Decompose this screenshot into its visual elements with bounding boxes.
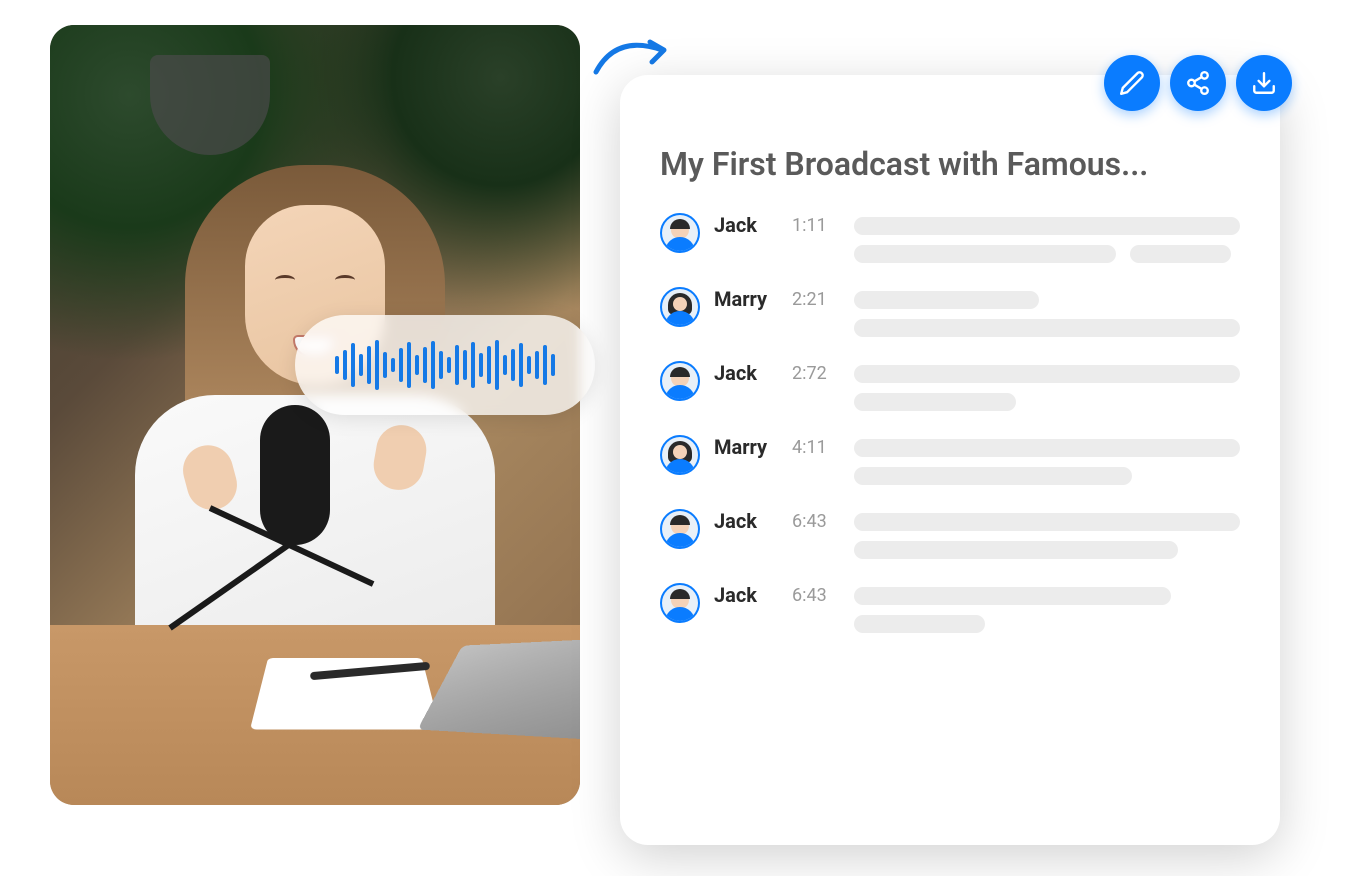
transcript-entry: Marry 4:11 [660,435,1240,485]
avatar [660,213,700,253]
timestamp: 2:21 [792,289,840,310]
avatar [660,509,700,549]
timestamp: 6:43 [792,511,840,532]
transcript-text-placeholder [854,291,1240,337]
download-icon [1251,70,1277,96]
speaker-name: Marry [714,435,778,459]
transcript-text-placeholder [854,439,1240,485]
action-buttons [1104,55,1292,111]
download-button[interactable] [1236,55,1292,111]
timestamp: 1:11 [792,215,840,236]
timestamp: 6:43 [792,585,840,606]
audio-waveform [295,315,595,415]
transcript-entry: Jack 6:43 [660,509,1240,559]
speaker-name: Marry [714,287,778,311]
transcript-entry: Jack 1:11 [660,213,1240,263]
transcript-text-placeholder [854,587,1240,633]
speaker-name: Jack [714,213,778,237]
avatar [660,583,700,623]
transcript-text-placeholder [854,217,1240,263]
transcript-entry: Jack 2:72 [660,361,1240,411]
transcript-entries: Jack 1:11 Marry 2:21 Jack 2:72 [660,213,1240,633]
share-icon [1185,70,1211,96]
transcript-title: My First Broadcast with Famous... [660,145,1240,183]
avatar [660,361,700,401]
speaker-name: Jack [714,583,778,607]
transcript-entry: Marry 2:21 [660,287,1240,337]
transcript-entry: Jack 6:43 [660,583,1240,633]
share-button[interactable] [1170,55,1226,111]
podcast-photo [50,25,580,805]
speaker-name: Jack [714,509,778,533]
transcript-text-placeholder [854,513,1240,559]
transcript-text-placeholder [854,365,1240,411]
edit-button[interactable] [1104,55,1160,111]
transcript-card: My First Broadcast with Famous... Jack 1… [620,75,1280,845]
avatar [660,287,700,327]
timestamp: 2:72 [792,363,840,384]
timestamp: 4:11 [792,437,840,458]
avatar [660,435,700,475]
speaker-name: Jack [714,361,778,385]
pencil-icon [1119,70,1145,96]
